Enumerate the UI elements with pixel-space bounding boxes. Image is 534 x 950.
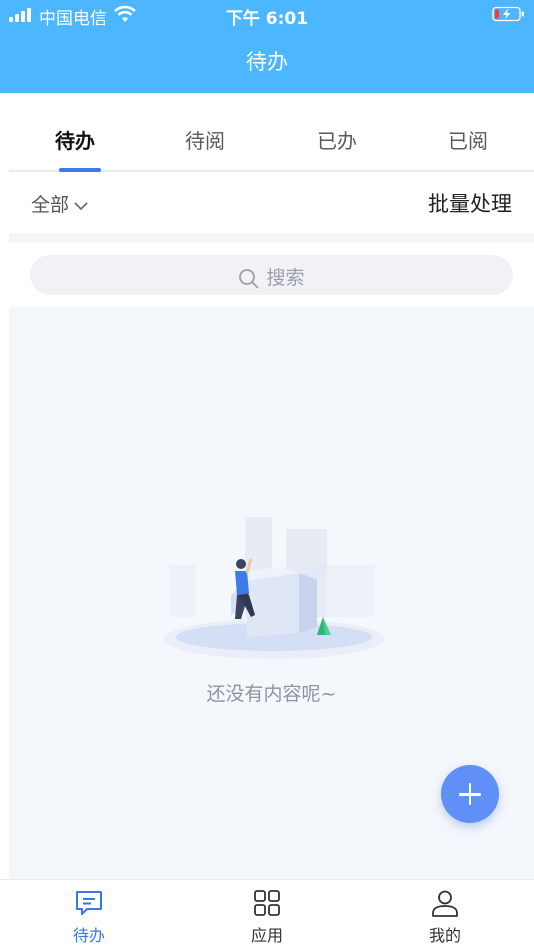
search-placeholder: 搜索: [266, 267, 305, 289]
page-title: 待办: [246, 50, 288, 74]
empty-box-illustration: [164, 517, 384, 659]
filter-dropdown[interactable]: 全部: [31, 190, 89, 217]
tab-done[interactable]: 已办: [277, 113, 397, 170]
apps-grid-icon: [254, 890, 280, 916]
plus-icon: [468, 783, 472, 805]
user-icon: [432, 890, 458, 917]
active-tab-indicator: [59, 168, 101, 172]
section-divider: [9, 233, 534, 243]
empty-state-message: 还没有内容呢~: [206, 683, 337, 705]
batch-process-button[interactable]: 批量处理: [428, 188, 512, 218]
nav-item-me[interactable]: 我的: [356, 880, 534, 950]
add-button[interactable]: [441, 765, 499, 823]
tab-label: 待阅: [185, 129, 225, 153]
tab-bar: 待办 待阅 已办 已阅: [9, 113, 534, 172]
nav-item-pending[interactable]: 待办: [0, 880, 178, 950]
status-bar: 中国电信 下午 6:01: [0, 0, 534, 30]
search-area: 搜索: [9, 243, 534, 307]
tab-label: 已办: [317, 129, 357, 153]
top-header: 中国电信 下午 6:01 待办: [0, 0, 534, 93]
chevron-down-icon: [74, 201, 88, 210]
filter-selected-label: 全部: [31, 194, 70, 216]
battery-charging-icon: [492, 6, 524, 22]
nav-label: 待办: [72, 926, 105, 945]
tab-pending[interactable]: 待办: [15, 113, 135, 172]
search-placeholder-row: 搜索: [30, 263, 513, 290]
status-time: 下午 6:01: [225, 9, 309, 29]
search-icon: [239, 268, 260, 289]
search-input[interactable]: 搜索: [30, 255, 513, 295]
tab-read[interactable]: 已阅: [408, 113, 528, 170]
nav-item-apps[interactable]: 应用: [178, 880, 356, 950]
nav-label: 应用: [250, 926, 283, 945]
tab-label: 待办: [55, 129, 95, 153]
tab-label: 已阅: [448, 129, 488, 153]
filter-row: 全部 批量处理: [9, 176, 534, 232]
message-square-icon: [76, 891, 102, 915]
tab-to-read[interactable]: 待阅: [145, 113, 265, 170]
nav-label: 我的: [428, 926, 461, 945]
bottom-nav: 待办 应用 我的: [0, 879, 534, 950]
